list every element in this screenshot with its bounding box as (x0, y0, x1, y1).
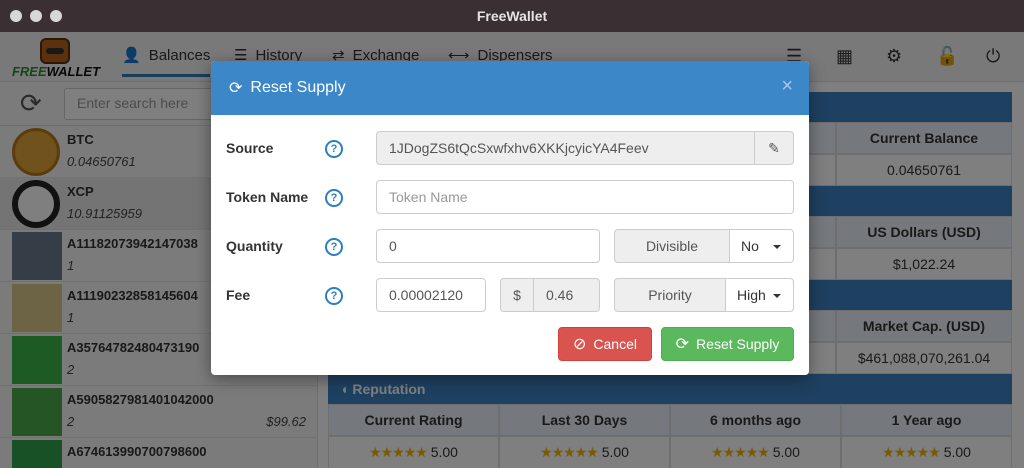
dialog-body: Source ? 1JDogZS6tQcSxwfxhv6XKKjcyicYA4F… (211, 115, 809, 375)
window-titlebar: FreeWallet (0, 0, 1024, 32)
dialog-title: ⟳ Reset Supply (229, 79, 346, 97)
refresh-icon: ⟳ (675, 336, 690, 353)
cancel-button[interactable]: ⊘ Cancel (558, 327, 652, 361)
window-title: FreeWallet (476, 8, 548, 24)
ban-icon: ⊘ (573, 336, 587, 353)
fee-input[interactable]: 0.00002120 (376, 278, 486, 312)
reset-supply-button[interactable]: ⟳ Reset Supply (661, 327, 794, 361)
dollar-addon: $ (500, 278, 534, 312)
caret-down-icon (773, 294, 781, 298)
fee-usd-field: 0.46 (533, 278, 600, 312)
quantity-label: Quantity (226, 238, 283, 254)
help-icon[interactable]: ? (325, 189, 343, 207)
close-icon[interactable]: × (781, 75, 793, 98)
quantity-input[interactable]: 0 (376, 229, 600, 263)
help-icon[interactable]: ? (325, 140, 343, 158)
token-name-input[interactable]: Token Name (376, 180, 794, 214)
edit-icon[interactable]: ✎ (754, 131, 794, 165)
priority-dropdown[interactable]: High (725, 278, 794, 312)
source-address-field[interactable]: 1JDogZS6tQcSxwfxhv6XKKjcyicYA4Feev (376, 131, 755, 165)
refresh-icon: ⟳ (229, 80, 243, 97)
priority-label: Priority (614, 278, 726, 312)
caret-down-icon (773, 245, 781, 249)
divisible-label: Divisible (614, 229, 730, 263)
token-name-label: Token Name (226, 189, 309, 205)
help-icon[interactable]: ? (325, 238, 343, 256)
divisible-dropdown[interactable]: No (729, 229, 794, 263)
source-label: Source (226, 140, 274, 156)
help-icon[interactable]: ? (325, 287, 343, 305)
dialog-header: ⟳ Reset Supply × (211, 61, 809, 115)
fee-label: Fee (226, 287, 251, 303)
reset-supply-dialog: ⟳ Reset Supply × Source ? 1JDogZS6tQcSxw… (211, 61, 809, 375)
